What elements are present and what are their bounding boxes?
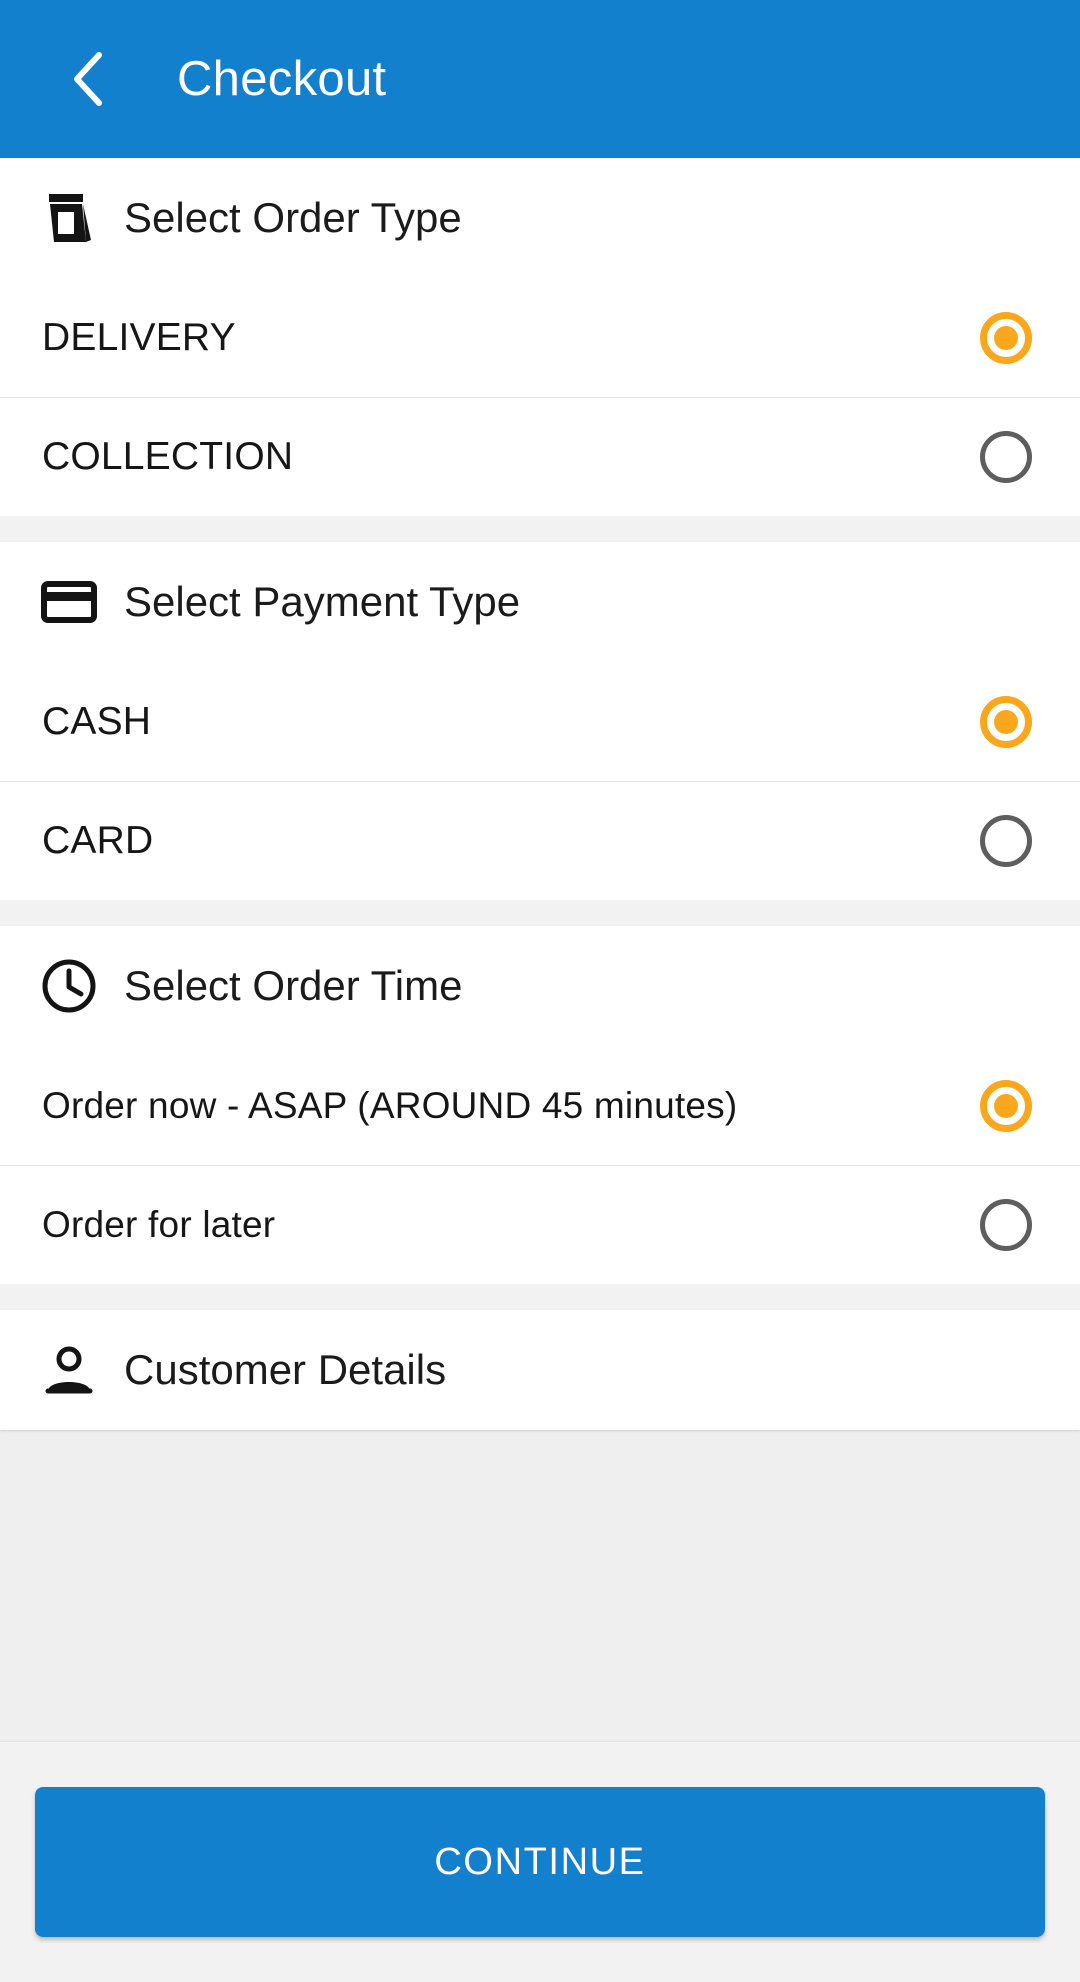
section-title-customer-details: Customer Details (124, 1346, 447, 1393)
continue-button[interactable]: CONTINUE (35, 1787, 1045, 1937)
section-order-time: Select Order Time Order now - ASAP (AROU… (0, 926, 1080, 1284)
back-button[interactable] (58, 48, 120, 110)
option-row-order-later[interactable]: Order for later (0, 1165, 1080, 1284)
page-title: Checkout (177, 52, 387, 106)
radio-order-later[interactable] (980, 1199, 1032, 1251)
radio-delivery[interactable] (980, 311, 1032, 364)
option-label-delivery: DELIVERY (42, 315, 236, 359)
option-label-order-now: Order now - ASAP (AROUND 45 minutes) (42, 1084, 738, 1126)
section-title-order-type: Select Order Type (124, 194, 462, 241)
section-header-order-type: Select Order Type (0, 158, 1080, 278)
option-label-order-later: Order for later (42, 1204, 276, 1245)
section-order-type: Select Order Type DELIVERY COLLECTION (0, 158, 1080, 516)
section-header-payment-type: Select Payment Type (0, 542, 1080, 662)
option-row-delivery[interactable]: DELIVERY (0, 278, 1080, 397)
person-icon (40, 1341, 98, 1399)
credit-card-icon (40, 573, 98, 631)
option-label-card: CARD (42, 819, 154, 862)
section-header-order-time: Select Order Time (0, 926, 1080, 1046)
section-divider-3 (0, 1284, 1080, 1310)
chevron-left-icon (69, 49, 109, 109)
option-row-collection[interactable]: COLLECTION (0, 397, 1080, 516)
checkout-content: Select Order Type DELIVERY COLLECTION Se… (0, 158, 1080, 1741)
option-row-cash[interactable]: CASH (0, 662, 1080, 781)
section-header-customer-details: Customer Details (0, 1310, 1080, 1430)
section-divider-2 (0, 900, 1080, 926)
footer-bar: CONTINUE (0, 1741, 1080, 1982)
app-bar: Checkout (0, 0, 1080, 158)
radio-cash[interactable] (980, 695, 1032, 748)
option-label-cash: CASH (42, 699, 152, 743)
section-title-payment-type: Select Payment Type (124, 578, 521, 625)
takeaway-bag-icon (40, 189, 98, 247)
radio-card[interactable] (980, 815, 1032, 867)
option-row-card[interactable]: CARD (0, 781, 1080, 900)
checkout-screen: Checkout Select Order Type DELIVERY COLL… (0, 0, 1080, 1982)
section-divider-1 (0, 516, 1080, 542)
option-row-order-now[interactable]: Order now - ASAP (AROUND 45 minutes) (0, 1046, 1080, 1165)
radio-order-now[interactable] (980, 1079, 1032, 1132)
section-title-order-time: Select Order Time (124, 962, 463, 1009)
option-label-collection: COLLECTION (42, 435, 294, 478)
section-customer-details[interactable]: Customer Details (0, 1310, 1080, 1430)
radio-collection[interactable] (980, 431, 1032, 483)
section-payment-type: Select Payment Type CASH CARD (0, 542, 1080, 900)
clock-icon (40, 957, 98, 1015)
